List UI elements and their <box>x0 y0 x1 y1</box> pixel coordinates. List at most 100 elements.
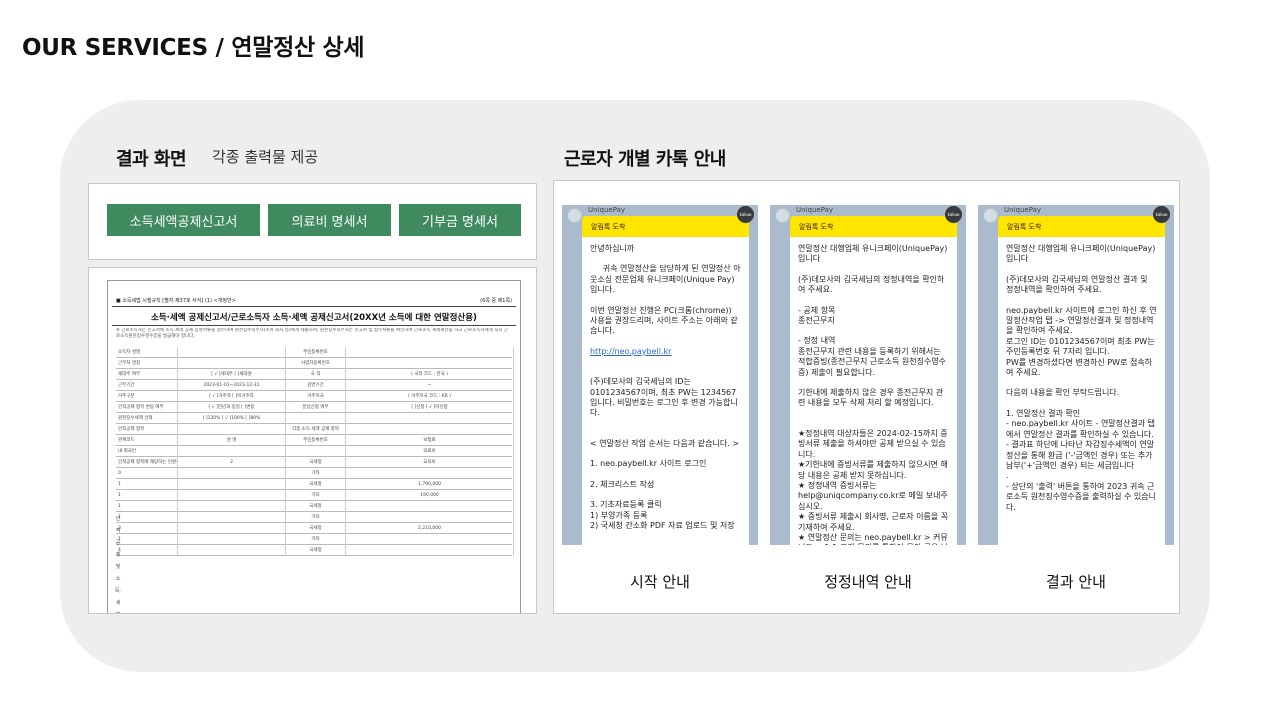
kakao-badge-icon: kakao <box>1153 206 1170 223</box>
document-vertical-label: 인적공제 및 소득·세액공제 명세 <box>114 516 122 613</box>
document-table-cell: 주민등록번호 <box>286 347 346 358</box>
document-table-cell: ~ <box>346 380 514 391</box>
document-table-cell: 사업자등록번호 <box>286 358 346 369</box>
document-table-cell: 각종 소득·세액 공제 항목 <box>286 424 346 435</box>
kakao-badge-icon: kakao <box>945 206 962 223</box>
document-table-cell <box>178 523 286 534</box>
document-table-cell: 1,790,000 <box>346 479 514 490</box>
message-line: - 상단의 '출력' 버튼을 통하여 2023 귀속 근로소득 원천징수영수증을… <box>1006 481 1157 512</box>
message-line: 종전근무지 관련 내용을 등록하기 위해서는 적합증빙(종전근무지 근로소득 원… <box>798 346 947 377</box>
document-table-cell <box>178 446 286 457</box>
sender-name: UniquePay <box>1004 206 1042 214</box>
document-table-cell: 거주지국 <box>286 391 346 402</box>
document-table-cell: 감면기간 <box>286 380 346 391</box>
document-table-cell: 기타 <box>286 468 346 479</box>
document-table-cell: 국세청 <box>286 457 346 468</box>
alimtalk-header: 알림톡 도착 kakao <box>998 206 1170 237</box>
message-body: 안녕하십니까 귀속 연말정산을 담당하게 된 연말정산 아웃소싱 전문업체 유니… <box>582 237 749 545</box>
document-table-row: 소득자 성명 주민등록번호 <box>116 347 514 358</box>
phone-screen-start: UniquePay 알림톡 도착 kakao 안녕하십니까 귀속 연말정산을 담… <box>562 205 758 545</box>
sender-name: UniquePay <box>796 206 834 214</box>
document-page-number: (6쪽 중 제1쪽) <box>480 298 512 304</box>
document-table-row: 인적공제 항목에 해당하는 인원수를 적습니다 (7보다 : 1명)2국세청교육… <box>116 457 514 468</box>
document-table-cell <box>346 545 514 556</box>
phone-screen-correction: UniquePay 알림톡 도착 kakao 연말정산 대행업체 유니크페이(U… <box>770 205 966 545</box>
message-line: ★ 연말정산 문의는 neo.paybell.kr > 커뮤니트 > 1:1 고… <box>798 532 948 545</box>
document-table-cell <box>178 490 286 501</box>
message-line: 연말정산 대행업체 유니크페이(UniquePay)입니다 <box>798 244 948 264</box>
document-table-row: 1 기타 190,000 <box>116 490 514 501</box>
document-title: 소득·세액 공제신고서/근로소득자 소득·세액 공제신고서(20XX년 소득에 … <box>151 313 477 323</box>
document-table-cell: 4 <box>116 545 178 556</box>
result-screen-heading: 결과 화면 <box>116 149 187 170</box>
message-line: PW를 변경하셨다면 변경하신 PW로 접속하여 주세요. <box>1006 357 1153 378</box>
caption-start-guide: 시작 안내 <box>630 573 690 591</box>
document-table-cell: 1 <box>116 501 178 512</box>
sender-avatar <box>567 208 582 223</box>
document-table-cell <box>178 424 286 435</box>
message-line: ★정정내역 대상자들은 2024-02-15까지 증빙서류 제출을 하셔야만 공… <box>798 428 948 459</box>
document-table-cell <box>346 424 514 435</box>
message-line: . <box>1006 471 1009 481</box>
message-line: ★ 증빙서류 제출시 회사명, 근로자 이름을 꼭 기재하여 주세요. <box>798 512 951 532</box>
message-line: 2. 체크리스트 작성 <box>590 479 655 489</box>
document-table-cell <box>178 479 286 490</box>
document-table-cell: [ ]120% [ √ ]100% [ ]80% <box>178 413 286 424</box>
document-table-cell: 의료비 <box>346 446 514 457</box>
document-table-cell: 인적공제 항목에 해당하는 인원수를 적습니다 (7보다 : 1명) <box>116 457 178 468</box>
message-line: - 결과표 하단에 나타난 차감징수세액이 연말정산을 통해 환급 ('-'금액… <box>1006 440 1156 470</box>
message-link[interactable]: http://neo.paybell.kr <box>590 347 741 357</box>
document-table-row: 근무기간 2023-01-01~2023-12-31 감면기간 ~ <box>116 380 514 391</box>
alimtalk-header-label: 알림톡 도착 <box>591 223 626 231</box>
document-table-cell: 국 적 <box>286 369 346 380</box>
result-screen-subheading: 각종 출력물 제공 <box>212 148 319 166</box>
document-table-cell: 1 <box>116 479 178 490</box>
message-line: 안녕하십니까 <box>590 244 635 253</box>
page-title: OUR SERVICES / 연말정산 상세 <box>22 35 365 61</box>
kakao-badge-icon: kakao <box>737 206 754 223</box>
message-line: 로그인 ID는 0101234567이며 최초 PW는 주민등록번호 뒤 7자리… <box>1006 336 1158 357</box>
donation-statement-button[interactable]: 기부금 명세서 <box>399 204 521 236</box>
message-line: (주)데모사의 김국세님의 ID는 0101234567이며, 최초 PW는 1… <box>590 377 738 418</box>
kakao-guide-heading: 근로자 개별 카톡 안내 <box>564 149 726 170</box>
sender-avatar <box>983 208 998 223</box>
document-table-row: 1 국세청 <box>116 501 514 512</box>
medical-expense-statement-button[interactable]: 의료비 명세서 <box>268 204 391 236</box>
document-table-row: 인적공제 항목 변동 여부[ √ ]전년과 동일 [ ]변동 분납신청 여부[ ]… <box>116 402 514 413</box>
document-table-cell: 국세청 <box>286 501 346 512</box>
document-table-cell: 기타 <box>286 512 346 523</box>
sender-avatar <box>775 208 790 223</box>
document-table-row: 인적공제 항목 각종 소득·세액 공제 항목 <box>116 424 514 435</box>
document-table-cell: 내·외국인 <box>116 446 178 457</box>
document-table-cell <box>178 512 286 523</box>
document-table-cell: 2 <box>178 457 286 468</box>
income-tax-deduction-form-button[interactable]: 소득세액공제신고서 <box>107 204 260 236</box>
document-table-cell: 기타 <box>286 534 346 545</box>
message-line: 3. 기초자료등록 클릭 <box>590 500 662 510</box>
document-rule <box>112 306 516 307</box>
message-line: 기한내에 제출하지 않은 경우 종전근무지 관련 내용을 모두 삭제 처리 할 … <box>798 388 944 408</box>
document-table-cell: 190,000 <box>346 490 514 501</box>
document-table-cell: [ √ ]세대주 [ ]세대원 <box>178 369 286 380</box>
message-line: - 공제 항목 <box>798 305 836 315</box>
document-table-cell: 분납신청 여부 <box>286 402 346 413</box>
kakao-screens-box: UniquePay 알림톡 도착 kakao 안녕하십니까 귀속 연말정산을 담… <box>553 180 1180 614</box>
document-table-cell: 거주구분 <box>116 391 178 402</box>
alimtalk-header-label: 알림톡 도착 <box>1007 223 1042 231</box>
document-table-cell: [ ]신청 [ √ ]미신청 <box>346 402 514 413</box>
caption-result-guide: 결과 안내 <box>1046 573 1106 591</box>
document-table-cell <box>346 501 514 512</box>
document-table-cell <box>346 468 514 479</box>
message-line: neo.paybell.kr 사이트에 로그인 하신 후 연말정산작업 탭 ->… <box>1006 305 1157 336</box>
document-table-cell: [ √ ]전년과 동일 [ ]변동 <box>178 402 286 413</box>
document-table-cell: 보험료 <box>346 435 514 446</box>
document-table-cell: 관계코드 <box>116 435 178 446</box>
document-table-cell <box>178 534 286 545</box>
document-table-cell: 인적공제 항목 <box>116 424 178 435</box>
